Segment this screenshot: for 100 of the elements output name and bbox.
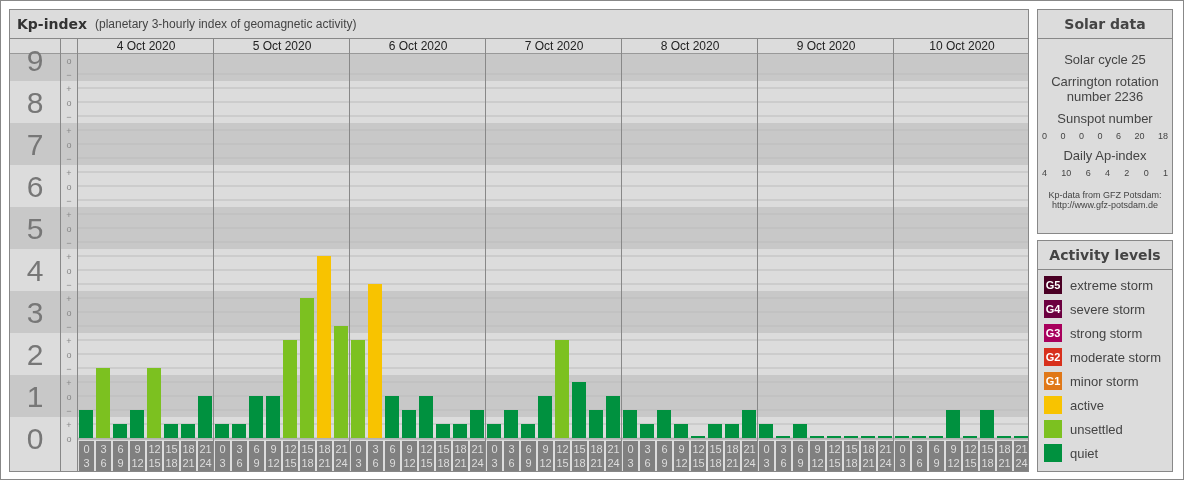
kp-axis-label: 5 bbox=[26, 212, 44, 245]
ap-value: 6 bbox=[1085, 168, 1091, 178]
sunspot-value: 18 bbox=[1157, 131, 1168, 141]
ap-label: Daily Ap-index bbox=[1062, 148, 1148, 163]
hour-label: 15 18 bbox=[436, 441, 451, 471]
hour-label: 6 9 bbox=[657, 441, 672, 471]
hour-label: 21 24 bbox=[334, 441, 349, 471]
kp-axis-label: 0 bbox=[26, 422, 44, 455]
kp-bar bbox=[742, 410, 756, 438]
hour-label: 0 3 bbox=[623, 441, 638, 471]
kp-bar bbox=[980, 410, 994, 438]
hour-label: 15 18 bbox=[708, 441, 723, 471]
kp-bar bbox=[164, 424, 178, 438]
kp-bar bbox=[215, 424, 229, 438]
kp-third-mark: + bbox=[66, 210, 72, 220]
kp-third-mark: − bbox=[66, 406, 72, 416]
kp-third-mark: − bbox=[66, 70, 72, 80]
kp-axis-label: 9 bbox=[26, 44, 44, 77]
hour-label: 15 18 bbox=[572, 441, 587, 471]
date-label: 9 Oct 2020 bbox=[796, 39, 856, 53]
solar-cycle: Solar cycle 25 bbox=[1063, 52, 1147, 67]
kp-third-mark: − bbox=[66, 322, 72, 332]
hour-label: 18 21 bbox=[453, 441, 468, 471]
hour-label: 3 6 bbox=[368, 441, 383, 471]
kp-third-mark: + bbox=[66, 420, 72, 430]
kp-bar bbox=[657, 410, 671, 438]
hour-label: 18 21 bbox=[725, 441, 740, 471]
kp-bar bbox=[470, 410, 484, 438]
kp-third-mark: − bbox=[66, 280, 72, 290]
hour-label: 3 6 bbox=[640, 441, 655, 471]
hour-label: 12 15 bbox=[963, 441, 978, 471]
kp-bar bbox=[113, 424, 127, 438]
date-label: 10 Oct 2020 bbox=[929, 39, 995, 53]
hour-label: 9 12 bbox=[538, 441, 553, 471]
kp-third-mark: + bbox=[66, 126, 72, 136]
kp-bar bbox=[674, 424, 688, 438]
hour-label: 9 12 bbox=[130, 441, 145, 471]
kp-third-mark: − bbox=[66, 238, 72, 248]
hour-label: 15 18 bbox=[164, 441, 179, 471]
kp-third-mark: + bbox=[66, 336, 72, 346]
hour-label: 18 21 bbox=[589, 441, 604, 471]
carrington-rotation: Carrington rotation number 2236 bbox=[1050, 74, 1160, 104]
kp-axis-label: 1 bbox=[26, 380, 44, 413]
hour-label: 6 9 bbox=[793, 441, 808, 471]
kp-third-mark: o bbox=[66, 98, 72, 108]
hour-label: 0 3 bbox=[487, 441, 502, 471]
sunspot-value: 6 bbox=[1115, 131, 1121, 141]
hour-label: 21 24 bbox=[1014, 441, 1028, 471]
source-link[interactable]: http://www.gfz-potsdam.de bbox=[1051, 200, 1159, 210]
hour-label: 3 6 bbox=[232, 441, 247, 471]
kp-third-mark: + bbox=[66, 168, 72, 178]
kp-bar bbox=[266, 396, 280, 438]
kp-axis-label: 6 bbox=[26, 170, 44, 203]
kp-bar bbox=[538, 396, 552, 438]
kp-bar bbox=[96, 368, 110, 438]
hour-label: 9 12 bbox=[674, 441, 689, 471]
kp-third-mark: − bbox=[66, 112, 72, 122]
sunspot-value: 20 bbox=[1134, 131, 1145, 141]
ap-value: 0 bbox=[1143, 168, 1149, 178]
hour-label: 21 24 bbox=[470, 441, 485, 471]
hour-label: 0 3 bbox=[351, 441, 366, 471]
level-label: quiet bbox=[1070, 445, 1099, 461]
kp-bar bbox=[589, 410, 603, 438]
hour-label: 15 18 bbox=[300, 441, 315, 471]
level-swatch: G2 bbox=[1044, 348, 1062, 366]
hour-label: 3 6 bbox=[912, 441, 927, 471]
kp-axis-label: 3 bbox=[26, 296, 44, 329]
hour-label: 0 3 bbox=[895, 441, 910, 471]
level-swatch: G3 bbox=[1044, 324, 1062, 342]
hour-label: 9 12 bbox=[810, 441, 825, 471]
kp-bar bbox=[198, 396, 212, 438]
level-label: severe storm bbox=[1070, 301, 1146, 317]
chart-subtitle: (planetary 3-hourly index of geomagnetic activity) bbox=[95, 17, 357, 31]
kp-bar bbox=[130, 410, 144, 438]
kp-bar bbox=[487, 424, 501, 438]
hour-label: 6 9 bbox=[385, 441, 400, 471]
kp-axis-label: 8 bbox=[26, 86, 44, 119]
panel-title: Solar data bbox=[1038, 10, 1172, 39]
kp-bar bbox=[623, 410, 637, 438]
hour-label: 15 18 bbox=[980, 441, 995, 471]
hour-label: 21 24 bbox=[742, 441, 757, 471]
kp-bar bbox=[232, 424, 246, 438]
date-label: 7 Oct 2020 bbox=[524, 39, 584, 53]
kp-bar bbox=[436, 424, 450, 438]
hour-label: 15 18 bbox=[844, 441, 859, 471]
kp-axis-label: 7 bbox=[26, 128, 44, 161]
kp-axis-label: 2 bbox=[26, 338, 44, 371]
date-label: 4 Oct 2020 bbox=[116, 39, 176, 53]
kp-bar bbox=[453, 424, 467, 438]
kp-third-mark: − bbox=[66, 196, 72, 206]
kp-third-mark: + bbox=[66, 84, 72, 94]
date-label: 5 Oct 2020 bbox=[252, 39, 312, 53]
kp-third-mark: o bbox=[66, 434, 72, 444]
hour-label: 6 9 bbox=[929, 441, 944, 471]
ap-value: 10 bbox=[1061, 168, 1072, 178]
hour-label: 9 12 bbox=[946, 441, 961, 471]
panel-title: Activity levels bbox=[1038, 241, 1172, 270]
hour-label: 18 21 bbox=[997, 441, 1012, 471]
hour-label: 0 3 bbox=[215, 441, 230, 471]
kp-bar bbox=[504, 410, 518, 438]
